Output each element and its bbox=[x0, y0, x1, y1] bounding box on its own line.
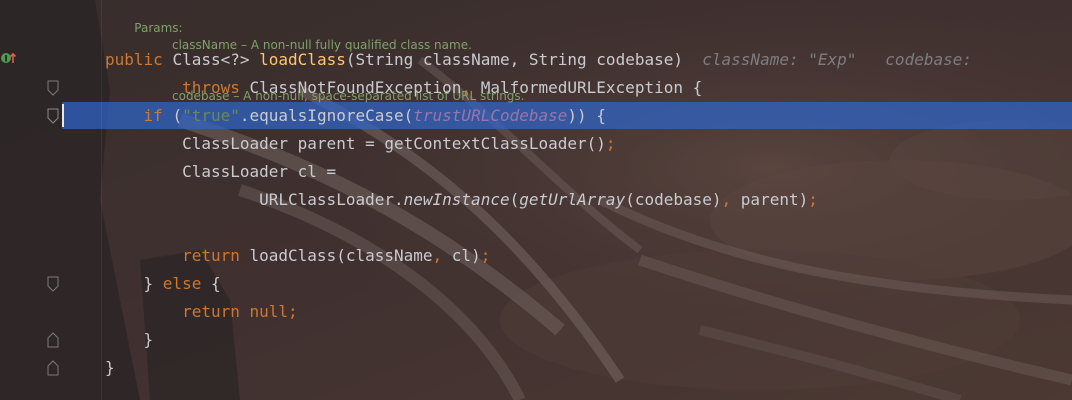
return-type: Class<?> bbox=[172, 50, 260, 69]
code-line-empty[interactable] bbox=[105, 214, 972, 242]
static-method-call: getUrlArray bbox=[519, 190, 626, 209]
exception-type: ClassNotFoundException bbox=[249, 78, 462, 97]
fold-marker-icon[interactable] bbox=[47, 80, 59, 96]
text-caret bbox=[62, 104, 64, 127]
keyword-null: null bbox=[249, 302, 289, 321]
semicolon: ; bbox=[288, 302, 298, 321]
inlay-hint-classname: className: "Exp" bbox=[702, 50, 857, 69]
code-line[interactable]: ClassLoader parent = getContextClassLoad… bbox=[105, 130, 972, 158]
method-call: .equalsIgnoreCase( bbox=[239, 106, 414, 125]
field-reference: trustURLCodebase bbox=[413, 106, 568, 125]
call-args: parent) bbox=[740, 190, 809, 209]
implements-marker-icon[interactable]: I bbox=[0, 50, 18, 66]
paren-close: )) { bbox=[567, 106, 606, 125]
method-params: (String className, String codebase) bbox=[345, 50, 683, 69]
doc-params-label: Params: bbox=[134, 21, 183, 35]
semicolon: ; bbox=[808, 190, 818, 209]
brace: } bbox=[143, 274, 163, 293]
fold-marker-icon[interactable] bbox=[47, 360, 59, 376]
exception-type: MalformedURLException { bbox=[480, 78, 703, 97]
statement: ClassLoader parent = getContextClassLoad… bbox=[182, 134, 606, 153]
keyword-else: else bbox=[162, 274, 202, 293]
statement: ClassLoader cl = bbox=[182, 162, 337, 181]
semicolon: ; bbox=[605, 134, 616, 153]
call-args: cl) bbox=[451, 246, 481, 265]
code-line[interactable]: return loadClass(className, cl); bbox=[105, 242, 972, 270]
svg-text:I: I bbox=[4, 55, 7, 65]
call-args: (codebase) bbox=[625, 190, 722, 209]
code-line[interactable]: public Class<?> loadClass(String classNa… bbox=[105, 46, 972, 74]
keyword-return: return bbox=[182, 246, 250, 265]
keyword-public: public bbox=[105, 50, 173, 69]
comma: , bbox=[721, 190, 741, 209]
semicolon: ; bbox=[480, 246, 491, 265]
class-ref: URLClassLoader. bbox=[259, 190, 404, 209]
inlay-hint-codebase: codebase: bbox=[885, 50, 972, 69]
code-line[interactable]: } bbox=[105, 354, 972, 382]
code-line[interactable]: URLClassLoader.newInstance(getUrlArray(c… bbox=[105, 186, 972, 214]
code-line[interactable]: } bbox=[105, 326, 972, 354]
fold-marker-icon[interactable] bbox=[47, 332, 59, 348]
method-name: loadClass bbox=[259, 50, 346, 69]
code-line-current[interactable]: if ("true".equalsIgnoreCase(trustURLCode… bbox=[105, 102, 972, 130]
comma: , bbox=[432, 246, 452, 265]
code-line[interactable]: return null; bbox=[105, 298, 972, 326]
keyword-throws: throws bbox=[182, 78, 250, 97]
method-call: loadClass(className bbox=[249, 246, 433, 265]
brace: } bbox=[143, 330, 154, 349]
keyword-return: return bbox=[182, 302, 250, 321]
string-literal: "true" bbox=[182, 106, 240, 125]
paren: ( bbox=[509, 190, 520, 209]
gutter-divider bbox=[101, 0, 102, 400]
fold-marker-icon[interactable] bbox=[47, 276, 59, 292]
code-editor[interactable]: public Class<?> loadClass(String classNa… bbox=[105, 46, 972, 382]
static-method-call: newInstance bbox=[403, 190, 510, 209]
brace: { bbox=[201, 274, 221, 293]
fold-marker-icon[interactable] bbox=[47, 108, 59, 124]
brace: } bbox=[105, 358, 115, 377]
code-line[interactable]: throws ClassNotFoundException, Malformed… bbox=[105, 74, 972, 102]
keyword-if: if bbox=[143, 106, 173, 125]
paren: ( bbox=[172, 106, 183, 125]
code-line[interactable]: ClassLoader cl = bbox=[105, 158, 972, 186]
comma: , bbox=[461, 78, 481, 97]
code-line[interactable]: } else { bbox=[105, 270, 972, 298]
